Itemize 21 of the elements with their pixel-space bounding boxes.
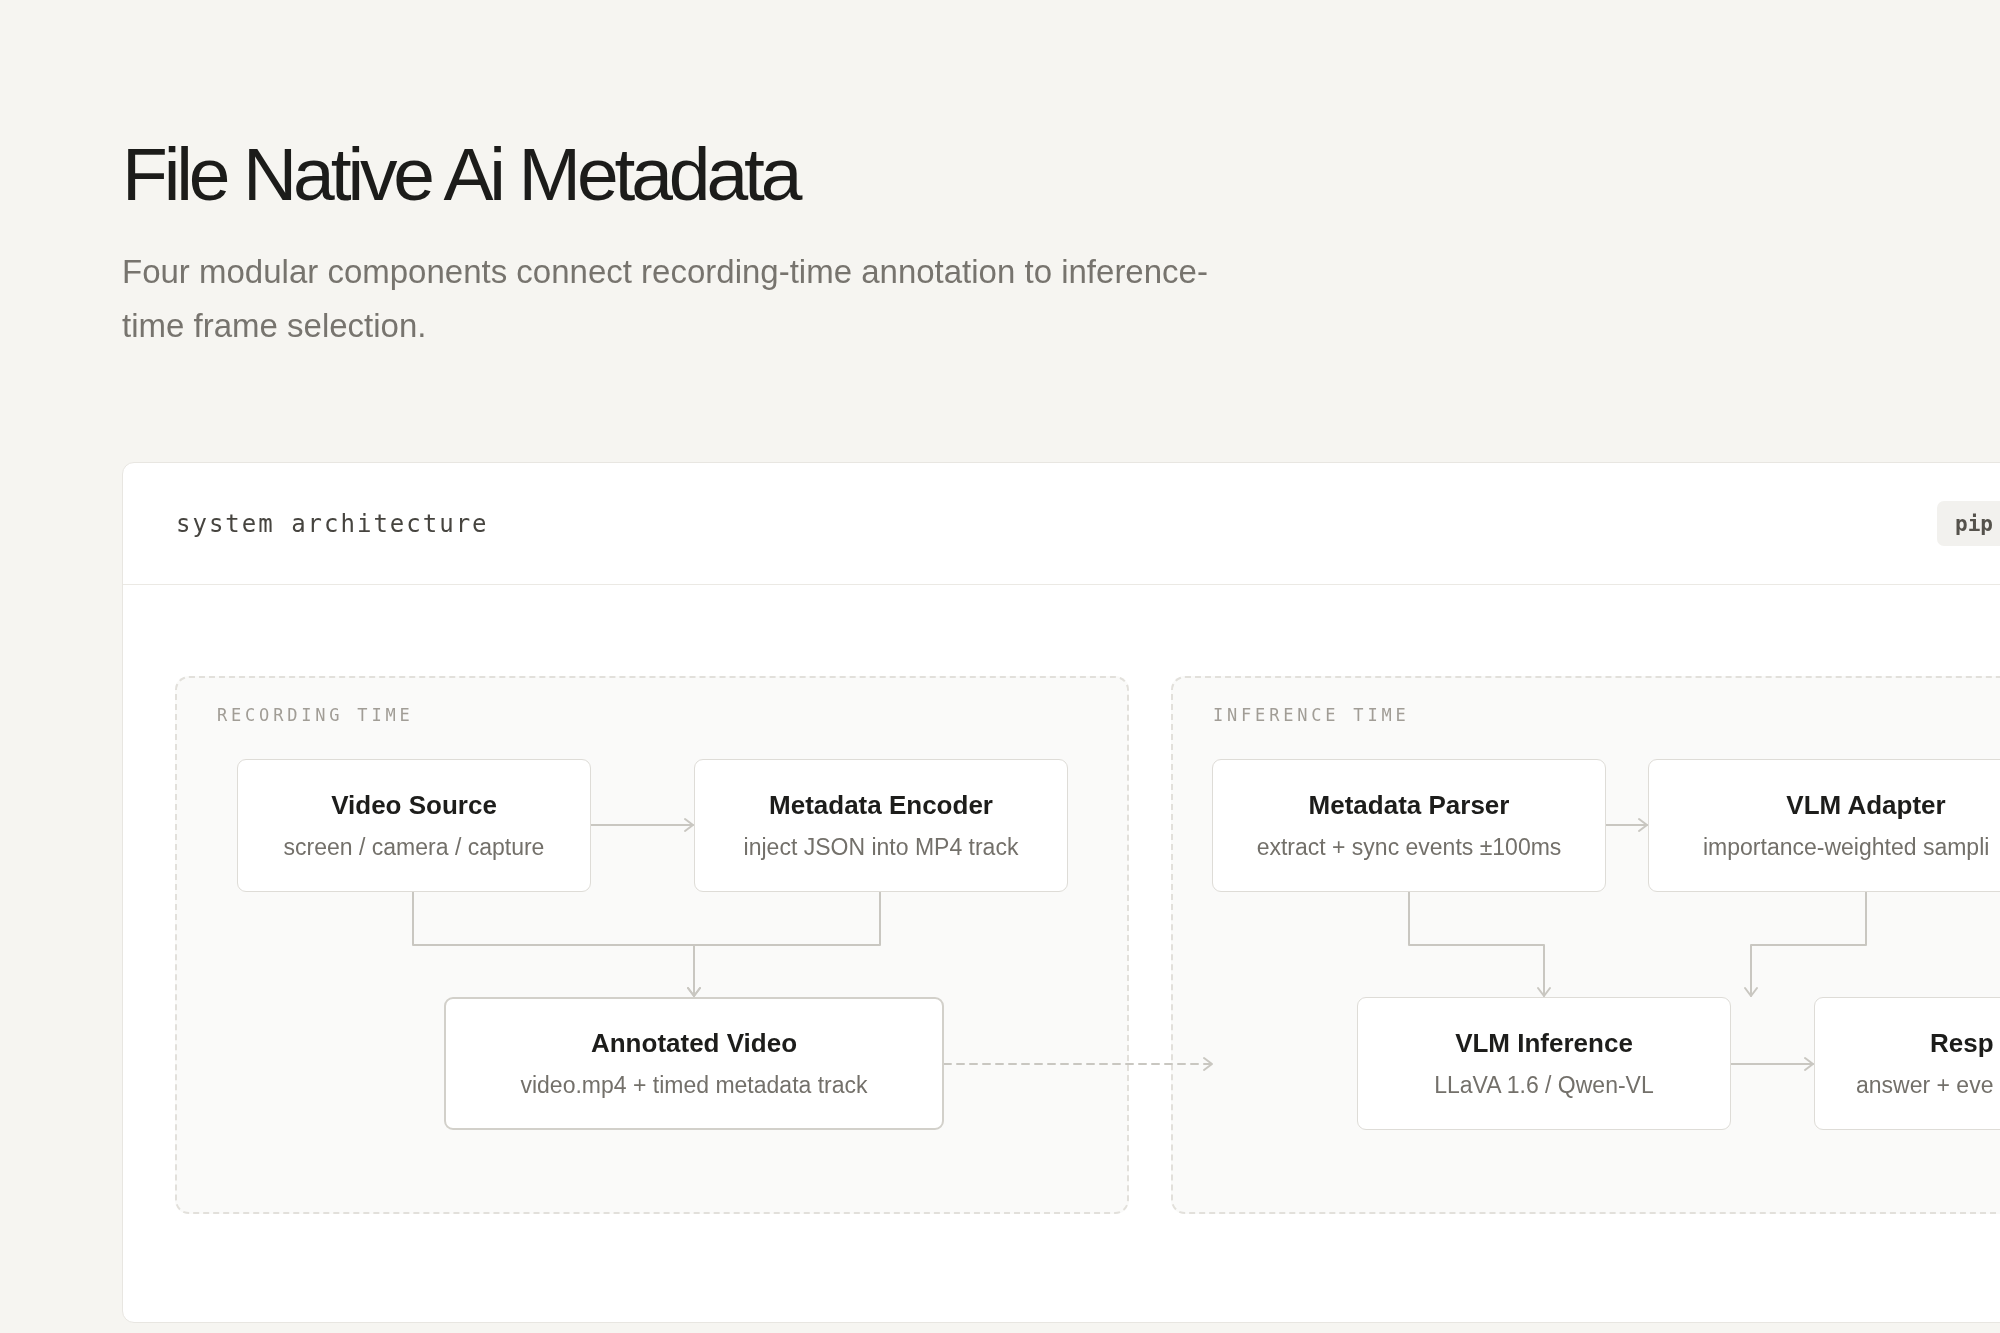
- node-title: VLM Inference: [1455, 1027, 1633, 1059]
- node-subtitle: inject JSON into MP4 track: [743, 833, 1019, 862]
- node-title: Metadata Parser: [1308, 789, 1510, 821]
- header-tag: pip: [1937, 501, 2000, 546]
- node-subtitle: importance-weighted sampli: [1703, 833, 1990, 862]
- node-title: Resp: [1930, 1027, 1994, 1059]
- group-label: RECORDING TIME: [217, 705, 414, 725]
- page-title: File Native Ai Metadata: [122, 137, 799, 212]
- page-subtitle: Four modular components connect recording-time annotation to inference-time frame selection.: [122, 252, 1209, 346]
- node-subtitle: screen / camera / capture: [283, 833, 545, 862]
- node-subtitle: extract + sync events ±100ms: [1256, 833, 1562, 862]
- node-subtitle: LLaVA 1.6 / Qwen-VL: [1434, 1071, 1654, 1100]
- connector-arrow: [1605, 818, 1648, 832]
- node-subtitle: video.mp4 + timed metadata track: [520, 1071, 868, 1100]
- group-label: INFERENCE TIME: [1213, 705, 1410, 725]
- node-title: Video Source: [331, 789, 497, 821]
- node-subtitle: answer + eve: [1856, 1071, 1994, 1100]
- node-title: VLM Adapter: [1786, 789, 1946, 821]
- node-title: Annotated Video: [590, 1027, 798, 1059]
- node-title: Metadata Encoder: [769, 789, 993, 821]
- card-title: system architecture: [176, 509, 489, 538]
